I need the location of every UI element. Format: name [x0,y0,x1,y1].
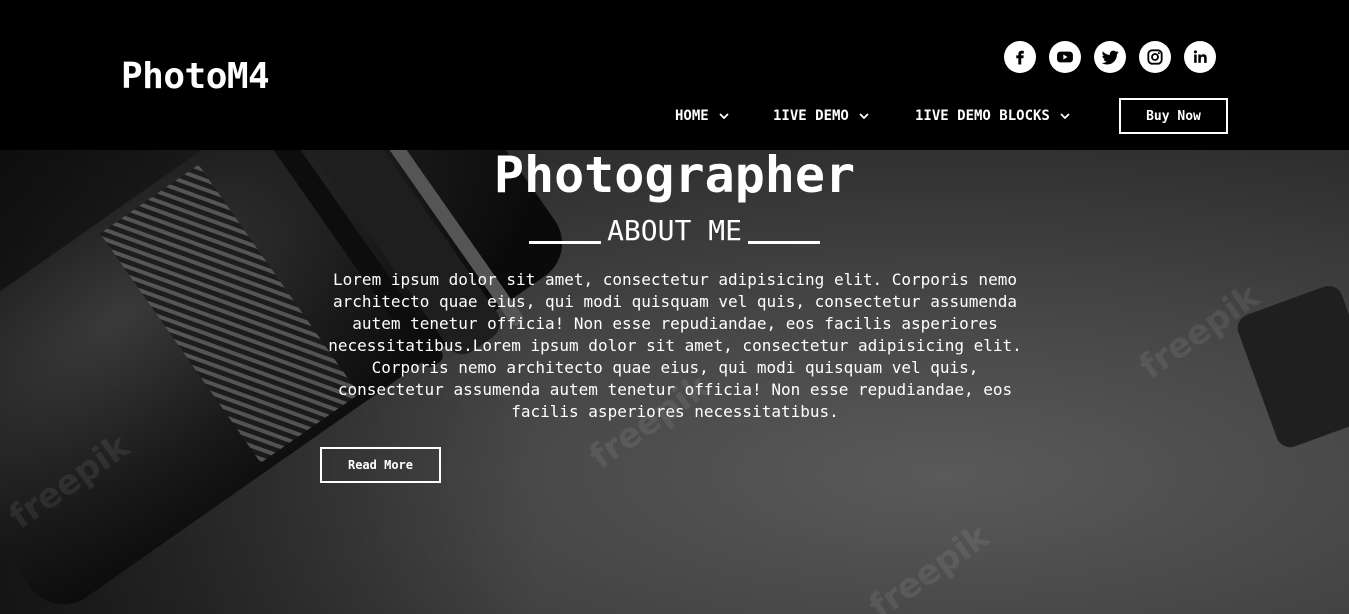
site-logo[interactable]: PhotoM4 [121,56,270,97]
facebook-icon[interactable] [1004,41,1036,73]
nav-item-live-demo-blocks[interactable]: 1IVE DEMO BLOCKS [915,98,1070,134]
social-links [1004,41,1216,73]
nav-item-label: HOME [675,108,709,124]
hero-description: Lorem ipsum dolor sit amet, consectetur … [328,270,1022,421]
main-nav: HOME 1IVE DEMO 1IVE DEMO BLOCKS Buy Now [0,98,1349,134]
read-more-button[interactable]: Read More [320,447,441,483]
nav-item-label: 1IVE DEMO BLOCKS [915,108,1050,124]
youtube-icon[interactable] [1049,41,1081,73]
hero-section: freepik freepik freepik freepik Photogra… [0,150,1349,614]
hero-content: Photographer ABOUT ME Lorem ipsum dolor … [0,150,1349,614]
linkedin-icon[interactable] [1184,41,1216,73]
instagram-icon[interactable] [1139,41,1171,73]
nav-item-label: 1IVE DEMO [773,108,849,124]
nav-item-live-demo[interactable]: 1IVE DEMO [773,98,869,134]
divider-right [747,241,820,244]
divider-left [529,241,602,244]
hero-subtitle-label: ABOUT ME [607,214,742,247]
chevron-down-icon [859,113,869,119]
twitter-icon[interactable] [1094,41,1126,73]
hero-title: Photographer [493,150,856,204]
chevron-down-icon [719,113,729,119]
site-header: PhotoM4 HOME 1IVE DEMO 1IVE DEMO BLOCKS [0,0,1349,150]
hero-subtitle: ABOUT ME [0,214,1349,247]
buy-now-button[interactable]: Buy Now [1119,98,1228,134]
chevron-down-icon [1060,113,1070,119]
nav-item-home[interactable]: HOME [675,98,729,134]
